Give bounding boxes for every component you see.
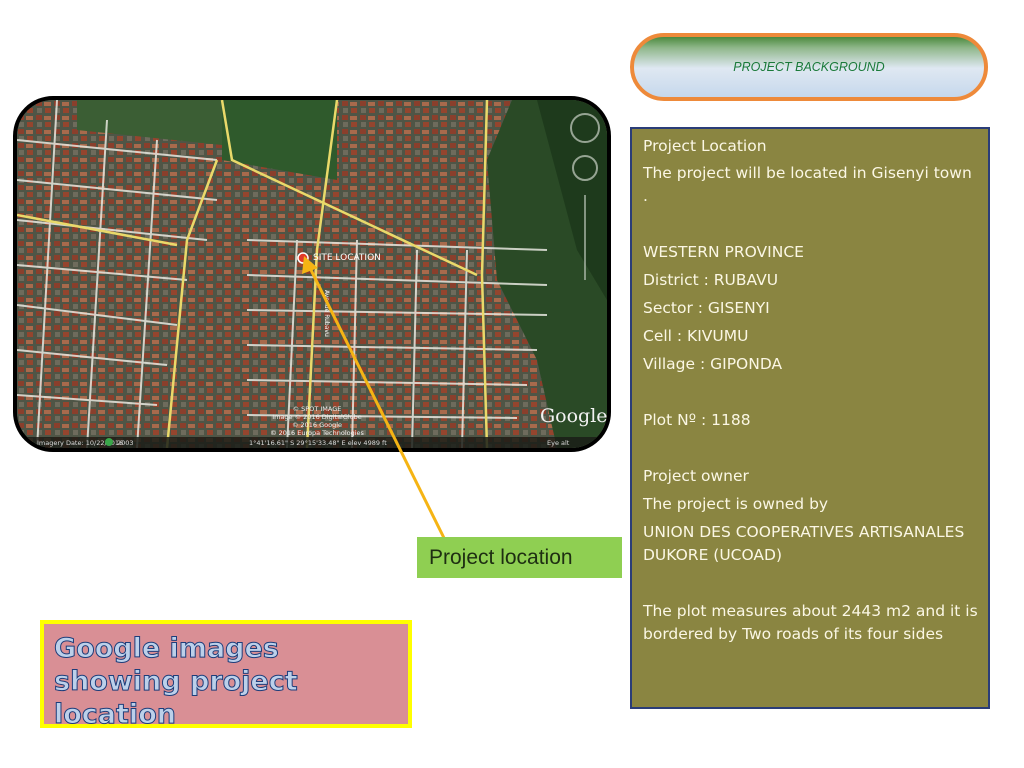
- map-caption: Google images showing project location: [40, 620, 412, 731]
- project-location-label: Project location: [417, 537, 622, 578]
